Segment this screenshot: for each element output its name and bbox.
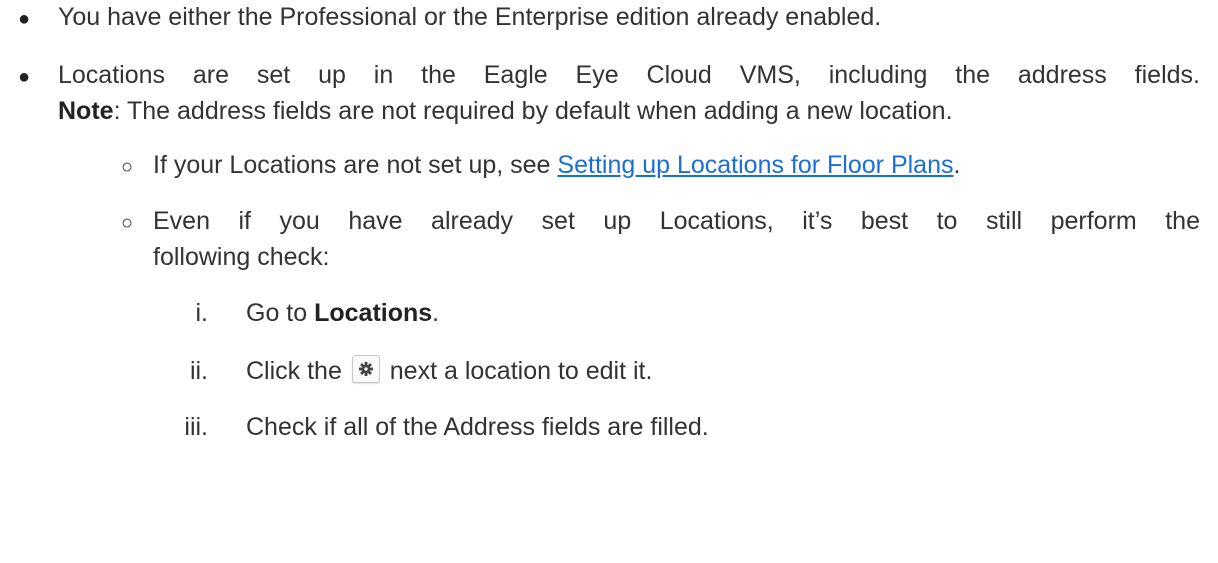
note-text: : The address fields are not required by… [113, 97, 953, 125]
requirement-locations-text: Locations are set up in the Eagle Eye Cl… [58, 61, 1200, 89]
sub-item-suffix: . [953, 151, 961, 179]
setting-up-locations-link[interactable]: Setting up Locations for Floor Plans [557, 151, 953, 179]
step-check-address: Check if all of the Address fields are f… [246, 413, 709, 441]
locations-menu-label: Locations [314, 299, 433, 327]
bullet-marker: ● [18, 8, 31, 30]
step-suffix: next a location to edit it. [389, 357, 653, 385]
step-suffix: . [432, 299, 440, 327]
note-paragraph: Note: The address fields are not require… [58, 94, 953, 128]
step-numeral: iii. [184, 413, 208, 441]
locations-not-set-up-text: If your Locations are not set up, see Se… [153, 148, 960, 182]
step-click-gear: Click the next a location to edit it. [246, 354, 652, 388]
sub-bullet-marker: ○ [121, 156, 134, 178]
sub-item-prefix: If your Locations are not set up, see [153, 151, 558, 179]
step-go-to-locations: Go to Locations. [246, 296, 439, 330]
perform-check-text-line2: following check: [153, 243, 330, 271]
note-label: Note [58, 97, 114, 125]
gear-icon [351, 355, 380, 383]
requirement-edition-text: You have either the Professional or the … [58, 3, 882, 31]
step-prefix: Go to [246, 299, 315, 327]
sub-bullet-marker: ○ [121, 212, 134, 234]
step-prefix: Click the [246, 357, 342, 385]
perform-check-text-line1: Even if you have already set up Location… [153, 207, 1200, 235]
bullet-marker: ● [18, 66, 31, 88]
step-numeral: i. [195, 299, 209, 327]
step-numeral: ii. [189, 357, 208, 385]
